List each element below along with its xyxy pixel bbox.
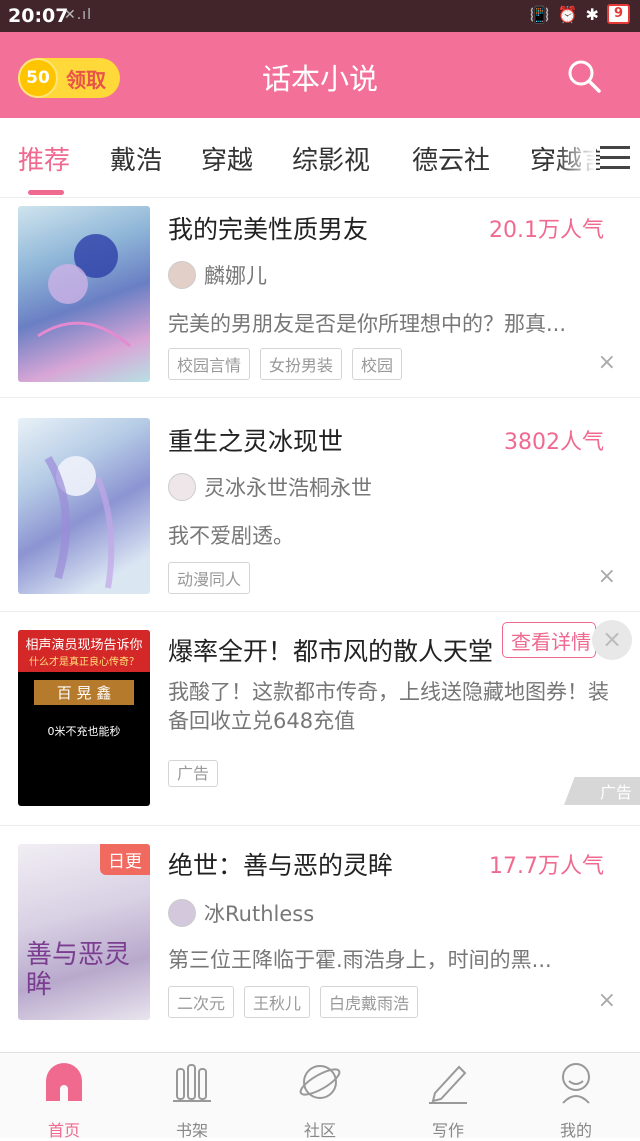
author-avatar xyxy=(168,261,196,289)
ad-tag: 广告 xyxy=(168,760,219,787)
ad-card[interactable]: 相声演员现场告诉你 什么才是真正良心传奇？ 百 晃 鑫 0米不充也能秒 爆率全开… xyxy=(0,612,640,826)
battery-icon: 9 xyxy=(606,4,630,24)
tag-list: 校园言情 女扮男装 校园 xyxy=(168,348,403,380)
bluetooth-icon: ✱ xyxy=(585,4,599,24)
bookshelf-icon xyxy=(173,1064,211,1102)
nav-label: 我的 xyxy=(559,1121,592,1140)
home-icon xyxy=(46,1063,82,1101)
nav-label: 写作 xyxy=(431,1121,464,1140)
ad-title[interactable]: 爆率全开！都市风的散人天堂 xyxy=(168,632,493,668)
app-header: 50 领取 话本小说 xyxy=(0,32,640,118)
story-description: 第三位王降临于霍.雨浩身上，时间的黑... xyxy=(168,948,552,972)
tab-film-tv[interactable]: 综影视 xyxy=(292,140,370,177)
author[interactable]: 灵冰永世浩桐永世 xyxy=(168,472,372,502)
search-icon[interactable] xyxy=(566,58,602,94)
tag[interactable]: 女扮男装 xyxy=(260,348,343,380)
signal-icon: ✕.ıl xyxy=(64,7,92,23)
cover-title-art: 善与恶灵眸 xyxy=(26,940,131,1000)
active-tab-indicator xyxy=(28,190,64,195)
tag-list: 动漫同人 xyxy=(168,562,251,594)
popularity-count: 17.7万人气 xyxy=(489,854,604,879)
author-avatar xyxy=(168,473,196,501)
story-card[interactable]: 重生之灵冰现世 3802人气 灵冰永世浩桐永世 我不爱剧透。 动漫同人 × xyxy=(0,398,640,612)
tag[interactable]: 白虎戴雨浩 xyxy=(320,986,419,1018)
story-title[interactable]: 绝世：善与恶的灵眸 xyxy=(168,846,393,882)
menu-icon[interactable] xyxy=(600,146,630,172)
story-cover[interactable] xyxy=(18,206,150,382)
ad-cover-subtitle: 0米不充也能秒 xyxy=(47,725,121,738)
anime-couple-illustration xyxy=(37,234,131,348)
close-icon[interactable]: × xyxy=(592,620,632,660)
tab-deyunshe[interactable]: 德云社 xyxy=(412,140,490,177)
view-details-button[interactable]: 查看详情 xyxy=(502,622,596,658)
ad-badge: 广告 xyxy=(563,777,640,805)
story-cover[interactable] xyxy=(18,418,150,594)
tab-fade xyxy=(556,128,596,188)
author-name: 灵冰永世浩桐永世 xyxy=(204,476,372,500)
nav-label: 书架 xyxy=(175,1121,208,1140)
close-icon[interactable]: × xyxy=(598,564,616,589)
community-planet-icon xyxy=(299,1065,341,1099)
pen-icon xyxy=(429,1065,467,1104)
app-title: 话本小说 xyxy=(261,62,378,96)
bottom-nav: 首页 书架 社区 写作 我的 xyxy=(0,1052,640,1141)
popularity-count: 3802人气 xyxy=(504,430,604,455)
story-title[interactable]: 我的完美性质男友 xyxy=(168,210,368,246)
author-avatar xyxy=(168,899,196,927)
tag-list: 二次元 王秋儿 白虎戴雨浩 xyxy=(168,986,419,1018)
nav-profile[interactable]: 我的 xyxy=(512,1059,640,1141)
author-name: 麟娜儿 xyxy=(204,264,267,288)
ad-video-thumbnail[interactable]: 相声演员现场告诉你 什么才是真正良心传奇？ 百 晃 鑫 0米不充也能秒 xyxy=(18,630,150,806)
ad-description: 我酸了！这款都市传奇，上线送隐藏地图券！装备回收立兑648充值 xyxy=(168,680,609,733)
tag[interactable]: 校园言情 xyxy=(168,348,251,380)
tag[interactable]: 动漫同人 xyxy=(168,562,251,594)
ad-cover-sign: 百 晃 鑫 xyxy=(34,680,134,705)
author[interactable]: 冰Ruthless xyxy=(168,898,314,928)
tab-recommend[interactable]: 推荐 xyxy=(18,140,70,177)
story-description: 我不爱剧透。 xyxy=(168,524,294,548)
nav-community[interactable]: 社区 xyxy=(256,1059,384,1141)
popularity-count: 20.1万人气 xyxy=(489,218,604,243)
tag[interactable]: 校园 xyxy=(352,348,403,380)
ad-cover-caption: 相声演员现场告诉你 什么才是真正良心传奇？ xyxy=(18,630,150,672)
story-title[interactable]: 重生之灵冰现世 xyxy=(168,422,343,458)
author-name: 冰Ruthless xyxy=(204,902,315,926)
nav-label: 社区 xyxy=(303,1121,336,1140)
story-cover[interactable]: 日更 善与恶灵眸 xyxy=(18,844,150,1020)
status-bar: 20:07 ✕.ıl 📳 ⏰ ✱ 9 xyxy=(0,0,640,32)
category-tabs: 推荐 戴浩 穿越 综影视 德云社 穿越言 xyxy=(0,118,640,198)
close-icon[interactable]: × xyxy=(598,988,616,1013)
profile-icon xyxy=(562,1063,590,1104)
nav-label: 首页 xyxy=(47,1121,80,1140)
nav-write[interactable]: 写作 xyxy=(384,1059,512,1141)
story-card[interactable]: 日更 善与恶灵眸 绝世：善与恶的灵眸 17.7万人气 冰Ruthless 第三位… xyxy=(0,826,640,1040)
tab-time-travel[interactable]: 穿越 xyxy=(201,140,253,177)
status-icons: 📳 ⏰ ✱ 9 xyxy=(530,4,630,24)
nav-home[interactable]: 首页 xyxy=(0,1059,128,1141)
ice-girl-illustration xyxy=(44,455,115,589)
tag-list: 广告 xyxy=(168,760,219,787)
close-icon[interactable]: × xyxy=(598,350,616,375)
status-time: 20:07 xyxy=(8,5,69,27)
author[interactable]: 麟娜儿 xyxy=(168,260,267,290)
story-description: 完美的男朋友是否是你所理想中的？那真... xyxy=(168,312,567,336)
tag[interactable]: 二次元 xyxy=(168,986,235,1018)
tab-dai-hao[interactable]: 戴浩 xyxy=(110,140,162,177)
vibrate-icon: 📳 xyxy=(529,4,550,24)
tag[interactable]: 王秋儿 xyxy=(244,986,311,1018)
alarm-icon: ⏰ xyxy=(557,4,578,24)
daily-update-badge: 日更 xyxy=(100,844,150,875)
nav-bookshelf[interactable]: 书架 xyxy=(128,1059,256,1141)
story-card[interactable]: 我的完美性质男友 20.1万人气 麟娜儿 完美的男朋友是否是你所理想中的？那真.… xyxy=(0,198,640,398)
